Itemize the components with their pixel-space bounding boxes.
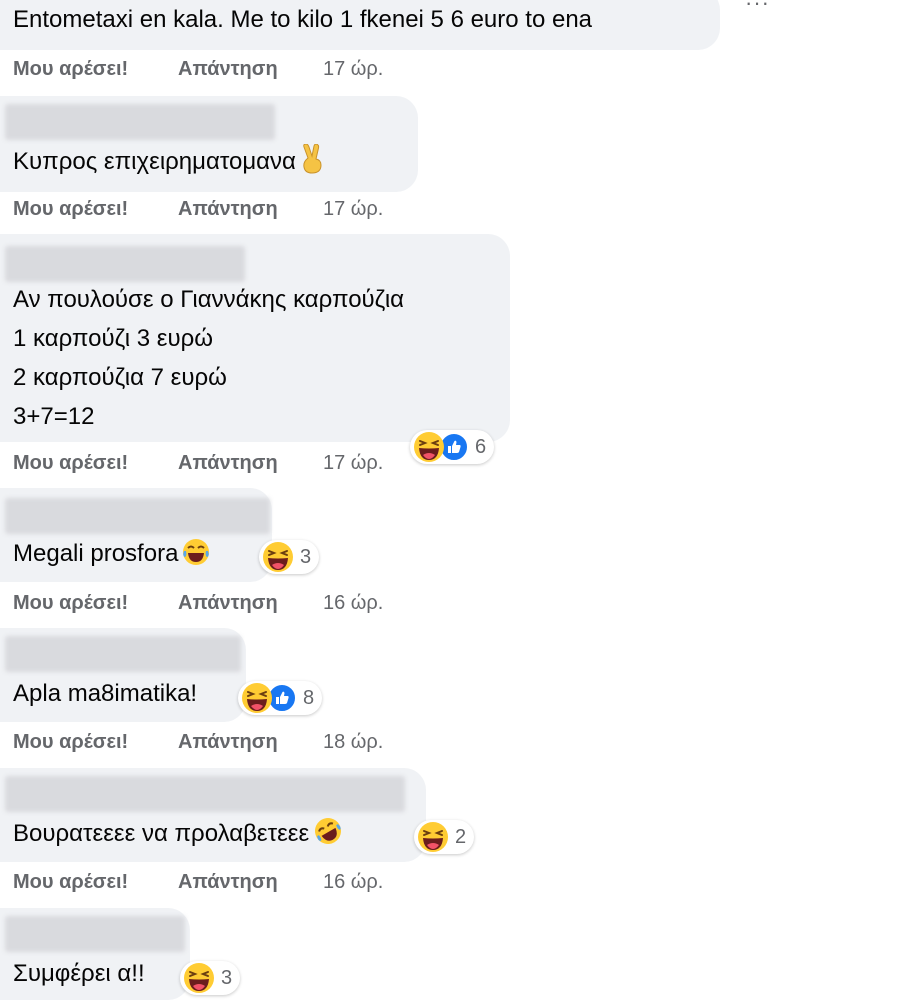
reaction-count: 3: [221, 966, 233, 989]
tears-of-joy-icon: [182, 538, 210, 578]
comment-actions: Μου αρέσει! Απάντηση 17 ώρ.: [13, 198, 383, 221]
reactions-summary[interactable]: 8: [238, 681, 323, 715]
like-link[interactable]: Μου αρέσει!: [13, 592, 178, 615]
haha-reaction-icon: [417, 821, 449, 853]
comment-text: Apla ma8imatika!: [13, 680, 198, 707]
haha-reaction-icon: [413, 431, 445, 463]
timestamp[interactable]: 16 ώρ.: [323, 871, 383, 894]
author-name-blurred[interactable]: [5, 636, 241, 672]
victory-hand-icon: [300, 143, 326, 186]
timestamp[interactable]: 17 ώρ.: [323, 198, 383, 221]
reactions-summary[interactable]: 3: [180, 961, 241, 995]
timestamp[interactable]: 18 ώρ.: [323, 731, 383, 754]
like-link[interactable]: Μου αρέσει!: [13, 871, 178, 894]
reply-link[interactable]: Απάντηση: [178, 871, 323, 894]
reactions-summary[interactable]: 2: [414, 820, 475, 854]
comment-actions: Μου αρέσει! Απάντηση 17 ώρ.: [13, 58, 383, 81]
like-link[interactable]: Μου αρέσει!: [13, 58, 178, 81]
haha-reaction-icon: [241, 682, 273, 714]
reaction-count: 2: [455, 825, 467, 848]
comment-text: Βουρατεεεε να προλαβετεεε: [13, 814, 343, 858]
like-link[interactable]: Μου αρέσει!: [13, 731, 178, 754]
reactions-summary[interactable]: 3: [259, 540, 320, 574]
haha-reaction-icon: [262, 541, 294, 573]
author-name-blurred[interactable]: [5, 246, 245, 282]
haha-reaction-icon: [183, 962, 215, 994]
timestamp[interactable]: 17 ώρ.: [323, 452, 383, 475]
timestamp[interactable]: 17 ώρ.: [323, 58, 383, 81]
comment: Megali prosfora 3 Μου αρέσει! Απάντηση 16 …: [0, 488, 900, 628]
comment: Apla ma8imatika! 8 Μου αρέσει! Απάντηση 18…: [0, 628, 900, 768]
comment-text: Megali prosfora: [13, 534, 210, 578]
author-name-blurred[interactable]: [5, 776, 405, 812]
reply-link[interactable]: Απάντηση: [178, 58, 323, 81]
comment: Entometaxi en kala. Me to kilo 1 fkenei …: [0, 0, 900, 90]
reply-link[interactable]: Απάντηση: [178, 198, 323, 221]
comment-actions: Μου αρέσει! Απάντηση 16 ώρ.: [13, 592, 383, 615]
comment-text: Κυπρος επιχειρηματομανα: [13, 142, 326, 186]
reaction-count: 8: [303, 686, 315, 709]
comment-text: Συμφέρει α!!: [13, 960, 145, 987]
comment-actions: Μου αρέσει! Απάντηση 16 ώρ.: [13, 871, 383, 894]
comment: Κυπρος επιχειρηματομανα Μου αρέσει! Απάντ…: [0, 96, 900, 236]
comment-text: Entometaxi en kala. Me to kilo 1 fkenei …: [13, 6, 593, 33]
author-name-blurred[interactable]: [5, 104, 275, 140]
author-name-blurred[interactable]: [5, 498, 270, 534]
reply-link[interactable]: Απάντηση: [178, 452, 323, 475]
comment: Συμφέρει α!! 3: [0, 908, 900, 1005]
author-name-blurred[interactable]: [5, 916, 185, 952]
comment-actions: Μου αρέσει! Απάντηση 17 ώρ.: [13, 452, 383, 475]
reply-link[interactable]: Απάντηση: [178, 592, 323, 615]
reactions-summary[interactable]: 6: [410, 430, 495, 464]
like-link[interactable]: Μου αρέσει!: [13, 452, 178, 475]
comment-text: Αν πουλούσε ο Γιαννάκης καρπούζια 1 καρπ…: [13, 286, 405, 430]
comment: Βουρατεεεε να προλαβετεεε 2 Μου αρέσει! Α…: [0, 768, 900, 908]
comment: Αν πουλούσε ο Γιαννάκης καρπούζια 1 καρπ…: [0, 234, 900, 484]
like-link[interactable]: Μου αρέσει!: [13, 198, 178, 221]
reaction-count: 3: [300, 545, 312, 568]
rofl-icon: [313, 816, 343, 858]
reaction-count: 6: [475, 435, 487, 458]
reply-link[interactable]: Απάντηση: [178, 731, 323, 754]
timestamp[interactable]: 16 ώρ.: [323, 592, 383, 615]
comment-actions: Μου αρέσει! Απάντηση 18 ώρ.: [13, 731, 383, 754]
